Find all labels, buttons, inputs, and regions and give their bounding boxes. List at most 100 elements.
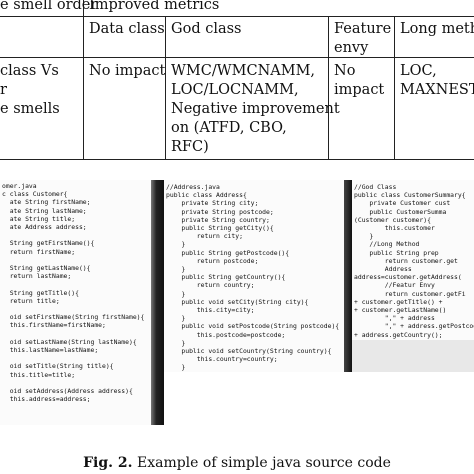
code-line: }: [166, 289, 186, 298]
code-line: oid setLastName(String lastName){: [2, 337, 137, 346]
subheader-long-method: Long meth: [400, 21, 474, 37]
row-label-line-1: class Vs: [0, 63, 59, 79]
code-line: + customer.getLastName(): [354, 306, 447, 315]
cell-long-method-1: LOC,: [400, 63, 437, 79]
code-line: public String getPostcode(){: [166, 248, 290, 257]
code-line: this.customer: [354, 224, 435, 233]
code-line: c class Customer{: [2, 190, 68, 199]
code-line: oid setAddress(Address address){: [2, 387, 133, 396]
cell-god-class-4: on (ATFD, CBO,: [171, 120, 287, 136]
code-line: private String postcode;: [166, 207, 274, 216]
code-line: this.lastName=lastName;: [2, 346, 99, 355]
god-class-code-panel: //God Class public class CustomerSummary{…: [352, 180, 474, 340]
code-line: this.address=address;: [2, 395, 91, 404]
code-line: return lastName;: [2, 272, 72, 281]
code-line: ate Address address;: [2, 223, 87, 232]
code-line: oid setTitle(String title){: [2, 362, 114, 371]
code-line: this.title=title;: [2, 370, 76, 379]
subheader-god-class: God class: [171, 21, 242, 37]
header-smell-order: e smell order: [0, 0, 98, 13]
code-line: return city;: [166, 232, 243, 241]
cell-god-class-5: RFC): [171, 139, 209, 155]
figure-caption: Fig. 2. Example of simple java source co…: [0, 455, 474, 471]
table-col-divider-3: [328, 16, 329, 160]
code-line: return customer.get: [354, 256, 458, 265]
panel-gap-1: [151, 180, 164, 425]
code-line: }: [166, 338, 186, 347]
header-improved-metrics: Improved metrics: [89, 0, 220, 13]
address-code-panel: //Address.java public class Address{ priv…: [164, 180, 344, 372]
code-line: "," + address.getPostcode() +: [384, 322, 474, 331]
customer-code-text: omer.java c class Customer{ ate String fi…: [2, 182, 144, 403]
code-line: this.city=city;: [166, 306, 255, 315]
figure-label: Fig. 2.: [83, 455, 133, 471]
code-line: public String getCountry(){: [166, 273, 286, 282]
cell-feature-envy-2: impact: [334, 82, 385, 98]
code-line: //Long Method: [354, 240, 420, 249]
row-label-line-2: r: [0, 82, 7, 98]
code-line: //God Class: [354, 183, 397, 191]
code-line: String getLastName(){: [2, 264, 91, 273]
figure-caption-text: Example of simple java source code: [132, 455, 391, 471]
code-line: String getTitle(){: [2, 288, 79, 297]
code-line: private String city;: [166, 199, 259, 208]
code-line: this.postcode=postcode;: [166, 330, 286, 339]
code-line: + customer.getTitle() +: [354, 297, 443, 306]
cell-feature-envy-1: No: [334, 63, 356, 79]
address-panel-blank: [164, 372, 344, 425]
code-line: }: [166, 240, 186, 249]
cell-god-class-1: WMC/WMCNAMM,: [171, 63, 316, 79]
code-line: }: [166, 314, 186, 323]
code-line: Address: [354, 265, 412, 274]
code-line: "," + address: [354, 314, 435, 323]
row-label-line-3: e smells: [0, 101, 60, 117]
code-line: public String getCity(){: [166, 224, 274, 233]
cell-god-class-2: LOC/LOCNAMM,: [171, 82, 299, 98]
subheader-feature-envy: Feature envy: [334, 21, 392, 56]
code-line: public class CustomerSummary{: [354, 191, 466, 200]
code-line: ate String title;: [2, 214, 76, 223]
table-rule-bottom: [0, 159, 474, 160]
code-line: oid setFirstName(String firstName){: [2, 313, 145, 322]
customer-code-panel: omer.java c class Customer{ ate String fi…: [0, 180, 151, 425]
code-line: return title;: [2, 296, 60, 305]
cell-god-class-3: Negative improvement: [171, 101, 340, 117]
cell-long-method-2: MAXNEST: [400, 82, 474, 98]
code-line: public void setPostcode(String postcode)…: [166, 322, 340, 331]
code-line: public class Address{: [166, 191, 247, 200]
table-col-divider-2: [165, 16, 166, 160]
table-rule-header: [0, 57, 474, 58]
code-line: (Customer customer){: [354, 215, 431, 224]
cell-data-class: No impact: [89, 63, 166, 79]
code-line: return firstName;: [2, 247, 76, 256]
code-line: }: [354, 232, 374, 241]
god-class-panel-footer: [352, 340, 474, 372]
god-class-code-text: //God Class public class CustomerSummary{…: [354, 183, 474, 340]
code-line: public CustomerSumma: [354, 207, 447, 216]
code-line: //Featur Envy: [354, 281, 435, 290]
address-code-text: //Address.java public class Address{ priv…: [166, 183, 339, 372]
code-line: + address.getCountry();: [354, 330, 443, 339]
code-line: private Customer cust: [354, 199, 451, 208]
code-line: private String country;: [166, 215, 270, 224]
code-line: ate String firstName;: [2, 198, 91, 207]
table-col-divider-1: [83, 0, 84, 160]
code-line: address=customer.getAddress(: [354, 273, 462, 282]
code-line: }: [166, 265, 186, 274]
code-line: return country;: [166, 281, 255, 290]
code-line: public void setCountry(String country){: [166, 347, 332, 356]
code-line: this.country=country;: [166, 355, 278, 364]
code-line: ate String lastName;: [2, 206, 87, 215]
code-line: omer.java: [2, 182, 37, 190]
code-line: public void setCity(String city){: [166, 297, 309, 306]
code-line: this.firstName=firstName;: [2, 321, 106, 330]
code-line: }: [166, 363, 186, 372]
code-line: public String prep: [354, 248, 439, 257]
